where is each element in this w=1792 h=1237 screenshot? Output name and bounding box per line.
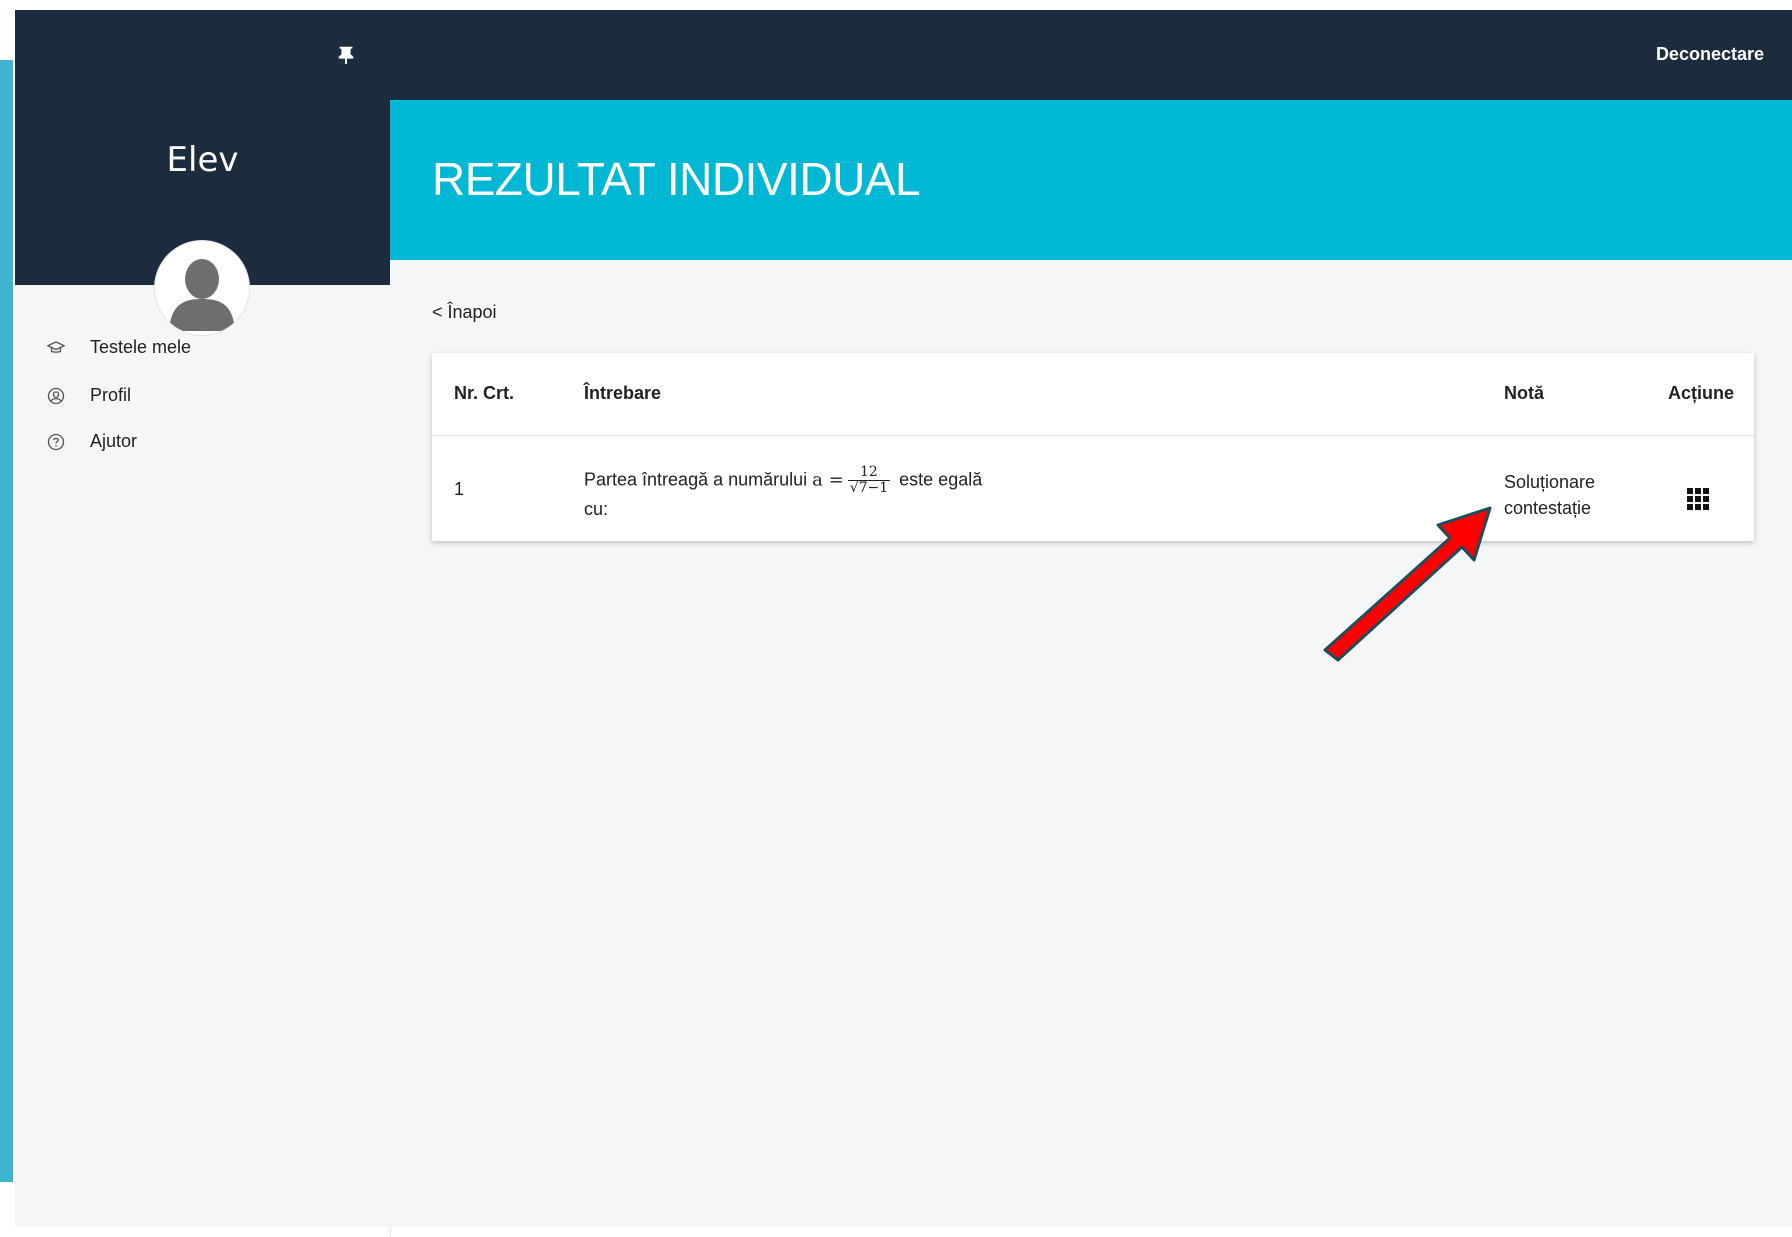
question-text-end: este egală bbox=[894, 469, 983, 490]
grade-status: Soluționare contestație bbox=[1504, 469, 1595, 521]
sidebar-item-label: Profil bbox=[90, 385, 132, 405]
fraction-denominator: √7−1 bbox=[849, 480, 889, 496]
pin-icon[interactable] bbox=[335, 44, 357, 66]
page-banner: REZULTAT INDIVIDUAL bbox=[390, 100, 1792, 260]
sidebar-role-title: Elev bbox=[166, 140, 239, 180]
user-circle-icon bbox=[47, 387, 65, 405]
top-bar: Deconectare bbox=[390, 10, 1792, 100]
column-header-nr: Nr. Crt. bbox=[454, 383, 515, 403]
avatar bbox=[155, 241, 249, 335]
column-header-action: Acțiune bbox=[1668, 383, 1735, 403]
avatar-user-icon bbox=[155, 241, 249, 335]
sidebar-item-testele-mele[interactable]: Testele mele bbox=[15, 328, 390, 368]
page-title: REZULTAT INDIVIDUAL bbox=[432, 153, 921, 205]
row-number: 1 bbox=[454, 479, 465, 499]
logout-button[interactable]: Deconectare bbox=[1656, 44, 1764, 65]
sidebar-item-ajutor[interactable]: Ajutor bbox=[15, 422, 390, 462]
sidebar: Elev Testele mele Profil Ajutor bbox=[15, 10, 391, 1237]
results-table: Nr. Crt. Întrebare Notă Acțiune 1 Partea… bbox=[432, 353, 1754, 541]
column-header-question: Întrebare bbox=[584, 383, 662, 403]
back-link[interactable]: < Înapoi bbox=[432, 302, 497, 323]
math-lhs: a = bbox=[812, 469, 844, 491]
math-fraction: 12 √7−1 bbox=[847, 465, 891, 496]
header-divider bbox=[432, 435, 1754, 436]
column-header-grade: Notă bbox=[1504, 383, 1544, 403]
sidebar-item-label: Testele mele bbox=[90, 337, 192, 357]
graduation-cap-icon bbox=[47, 341, 65, 353]
question-text-start: Partea întreagă a numărului bbox=[584, 469, 813, 490]
sidebar-item-profil[interactable]: Profil bbox=[15, 376, 390, 416]
question-text-line2: cu: bbox=[584, 499, 609, 519]
fraction-numerator: 12 bbox=[847, 465, 891, 481]
help-circle-icon bbox=[47, 433, 65, 451]
annotation-arrow-icon bbox=[1323, 506, 1492, 662]
left-edge-strip bbox=[0, 60, 13, 1182]
grade-status-line1: Soluționare bbox=[1504, 472, 1596, 492]
grade-status-line2: contestație bbox=[1504, 498, 1592, 518]
question-text: Partea întreagă a numărului a = 12 √7−1 es… bbox=[584, 465, 982, 496]
main-content: < Înapoi Nr. Crt. Întrebare Notă Acțiune… bbox=[390, 260, 1792, 1227]
sidebar-item-label: Ajutor bbox=[90, 431, 138, 451]
grid-menu-icon[interactable] bbox=[1686, 487, 1710, 511]
